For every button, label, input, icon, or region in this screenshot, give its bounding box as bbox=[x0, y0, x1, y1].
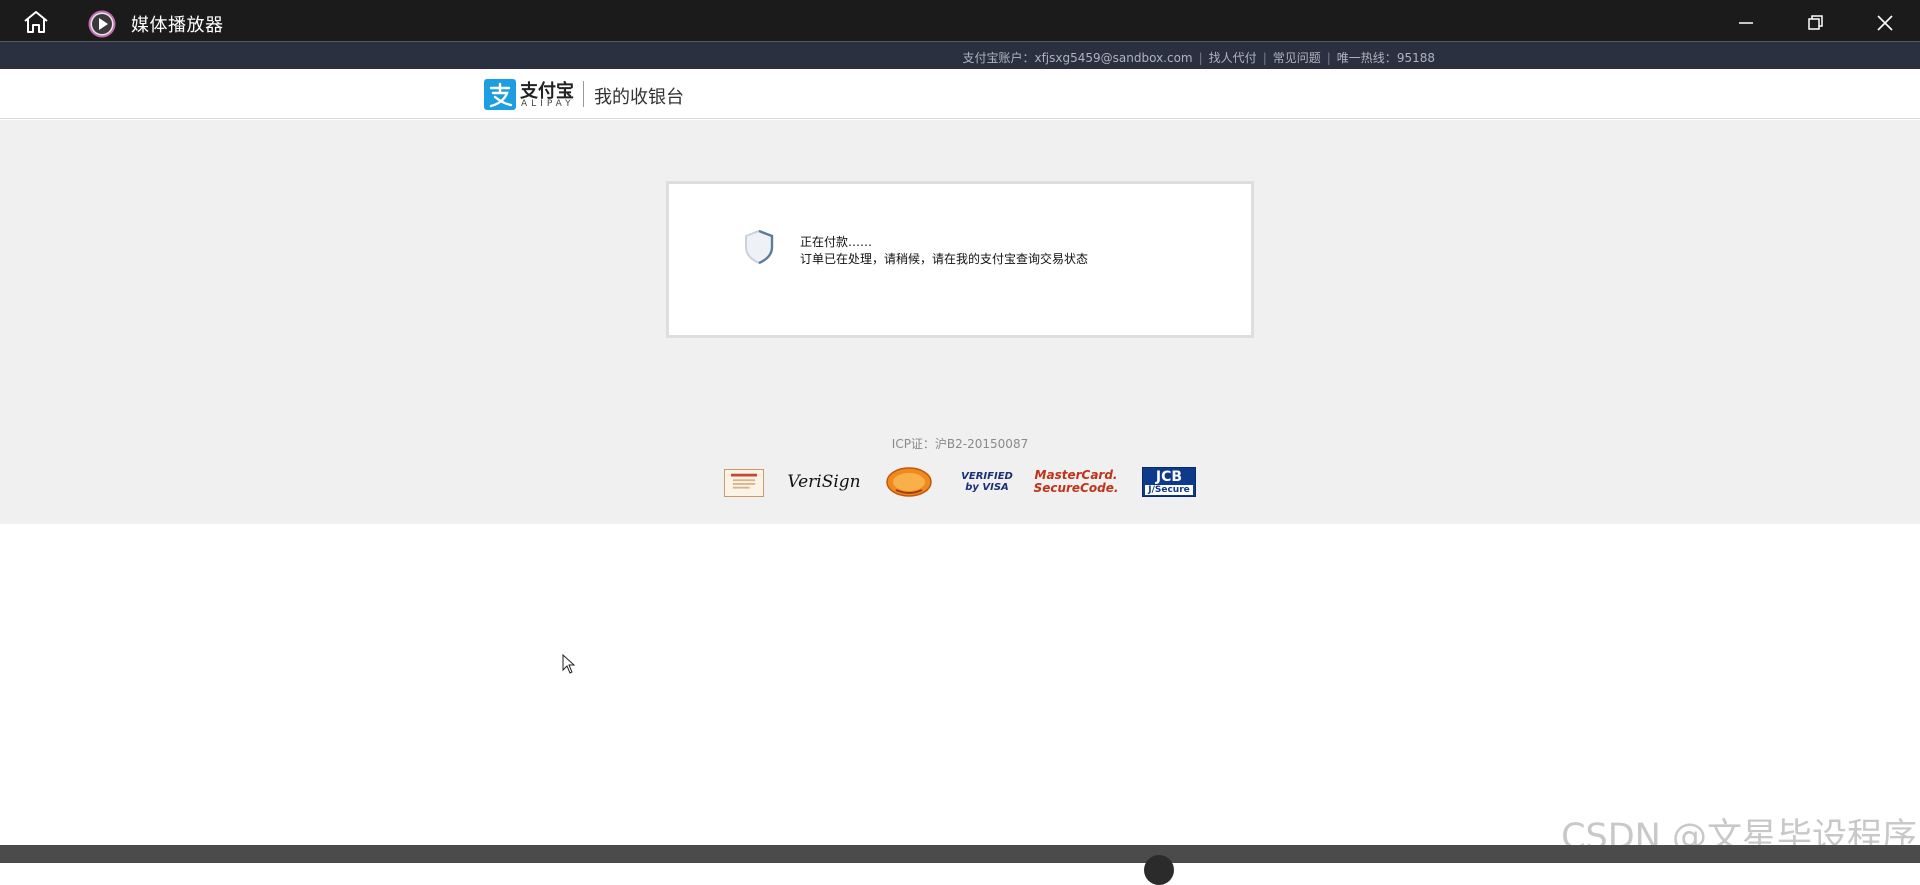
minimize-icon[interactable] bbox=[1735, 12, 1757, 34]
window-titlebar: 媒体播放器 bbox=[0, 0, 1920, 41]
jcb-jsecure-badge[interactable]: JCB J/Secure bbox=[1142, 467, 1196, 497]
home-icon[interactable] bbox=[22, 10, 50, 34]
icp-license: ICP证：沪B2-20150087 bbox=[891, 437, 1029, 451]
separator: | bbox=[1262, 51, 1267, 65]
topbar-links: 支付宝账户：xfjsxg5459@sandbox.com | 找人代付 | 常见问题 | 唯… bbox=[962, 49, 1435, 66]
close-icon[interactable] bbox=[1874, 12, 1896, 34]
trust-seal-badge-icon[interactable] bbox=[886, 466, 932, 498]
mouse-cursor-icon bbox=[562, 654, 576, 674]
blank-area bbox=[0, 524, 1920, 845]
main-content: 正在付款…… 订单已在处理，请稍候，请在我的支付宝查询交易状态 ICP证：沪B2… bbox=[0, 120, 1920, 524]
logo-divider bbox=[583, 81, 584, 107]
player-control-bar bbox=[0, 845, 1920, 885]
media-player-icon bbox=[88, 10, 116, 38]
separator: | bbox=[1326, 51, 1331, 65]
account-label: 支付宝账户： bbox=[962, 51, 1035, 65]
status-title: 正在付款…… bbox=[800, 235, 873, 249]
security-badges: VeriSign VERIFIED by VISA MasterCard. Se… bbox=[724, 466, 1204, 502]
mastercard-securecode-badge[interactable]: MasterCard. SecureCode. bbox=[1034, 466, 1119, 498]
faq-link[interactable]: 常见问题 bbox=[1273, 51, 1321, 65]
visa-line1: VERIFIED bbox=[961, 471, 1013, 482]
alipay-logo-icon[interactable] bbox=[484, 79, 516, 110]
shield-icon bbox=[745, 229, 774, 265]
alipay-logo-subtext: ALIPAY bbox=[521, 99, 575, 109]
pay-for-others-link[interactable]: 找人代付 bbox=[1209, 51, 1257, 65]
jcb-line2: J/Secure bbox=[1145, 484, 1193, 495]
alipay-topbar: 支付宝账户：xfjsxg5459@sandbox.com | 找人代付 | 常见问题 | 唯… bbox=[0, 41, 1920, 69]
restore-icon[interactable] bbox=[1804, 12, 1826, 34]
window-title: 媒体播放器 bbox=[131, 15, 224, 36]
jcb-line1: JCB bbox=[1155, 468, 1183, 485]
certificate-badge-icon[interactable] bbox=[724, 469, 764, 497]
verisign-badge[interactable]: VeriSign bbox=[787, 466, 860, 498]
account-email[interactable]: xfjsxg5459@sandbox.com bbox=[1034, 51, 1192, 65]
separator: | bbox=[1198, 51, 1203, 65]
hotline-label: 唯一热线： bbox=[1336, 51, 1397, 65]
payment-status-card: 正在付款…… 订单已在处理，请稍候，请在我的支付宝查询交易状态 bbox=[666, 181, 1254, 338]
cashier-header: 支付宝 ALIPAY 我的收银台 bbox=[0, 69, 1920, 119]
hotline-number: 95188 bbox=[1396, 51, 1435, 65]
status-message: 订单已在处理，请稍候，请在我的支付宝查询交易状态 bbox=[800, 252, 1089, 266]
cashier-title: 我的收银台 bbox=[594, 87, 684, 108]
mc-line2: SecureCode. bbox=[1033, 481, 1119, 495]
verified-by-visa-badge[interactable]: VERIFIED by VISA bbox=[961, 466, 1013, 498]
player-control-knob[interactable] bbox=[1144, 855, 1174, 885]
visa-line2: by VISA bbox=[965, 482, 1009, 493]
